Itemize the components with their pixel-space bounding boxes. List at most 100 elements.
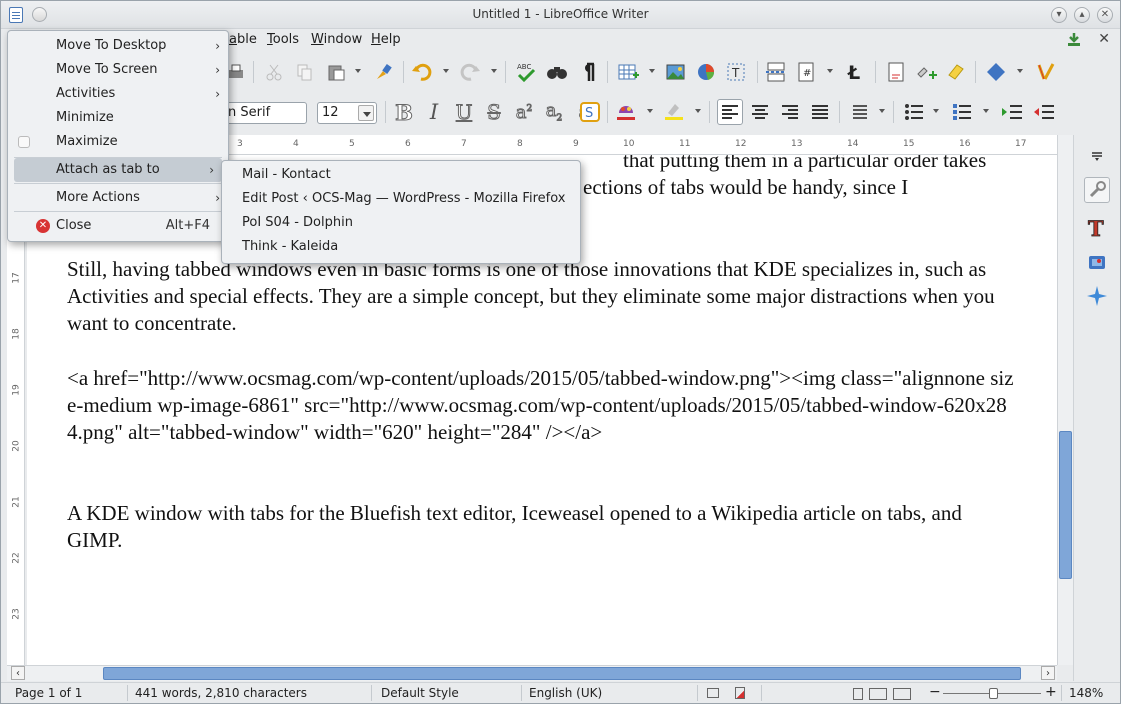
insert-chart-icon[interactable] [693, 59, 719, 85]
ctx-more-actions[interactable]: More Actions › [8, 186, 228, 210]
ctx-attach-as-tab[interactable]: Attach as tab to › [14, 158, 222, 182]
increase-indent-icon[interactable] [999, 99, 1025, 125]
align-right-icon[interactable] [777, 99, 803, 125]
insert-comment-icon[interactable] [913, 59, 939, 85]
numbered-list-icon[interactable] [949, 99, 975, 125]
highlight-dropdown-icon[interactable] [695, 109, 701, 113]
language-status[interactable]: English (UK) [529, 686, 602, 700]
align-left-icon[interactable] [717, 99, 743, 125]
insert-special-character-icon[interactable]: Ł [841, 59, 867, 85]
zoom-slider-handle[interactable] [989, 688, 998, 699]
insert-field-icon[interactable]: # [793, 59, 819, 85]
title-bar[interactable]: Untitled 1 - LibreOffice Writer ▾ ▴ ✕ [1, 1, 1120, 29]
subscript-icon[interactable]: a2 [541, 99, 567, 125]
underline-icon[interactable]: U [451, 99, 477, 125]
menu-tools[interactable]: Tools [267, 32, 299, 47]
svg-text:T: T [731, 66, 740, 80]
strikethrough-icon[interactable]: S [481, 99, 507, 125]
menu-table[interactable]: able [229, 32, 257, 47]
basic-shapes-icon[interactable] [983, 59, 1009, 85]
shapes-dropdown-icon[interactable] [1017, 69, 1023, 73]
ctx-maximize[interactable]: Maximize [8, 130, 228, 154]
zoom-in-icon[interactable]: + [1045, 684, 1057, 700]
field-dropdown-icon[interactable] [827, 69, 833, 73]
font-color-dropdown-icon[interactable] [647, 109, 653, 113]
copy-icon[interactable] [291, 59, 317, 85]
clone-formatting-icon[interactable] [371, 59, 397, 85]
word-count-status[interactable]: 441 words, 2,810 characters [135, 686, 307, 700]
formatting-marks-icon[interactable] [575, 59, 601, 85]
character-highlight-box-icon[interactable]: S [577, 99, 603, 125]
insert-footnote-icon[interactable] [883, 59, 909, 85]
insert-text-box-icon[interactable]: T [723, 59, 749, 85]
undo-dropdown-icon[interactable] [443, 69, 449, 73]
document-modified-icon[interactable] [735, 687, 745, 699]
scroll-right-icon[interactable]: › [1041, 666, 1055, 680]
vertical-scrollbar[interactable] [1057, 135, 1073, 665]
properties-wrench-icon[interactable] [1084, 177, 1110, 203]
ctx-move-to-desktop[interactable]: Move To Desktop › [8, 34, 228, 58]
single-page-view-icon[interactable] [853, 688, 863, 700]
vertical-scroll-thumb[interactable] [1059, 431, 1072, 579]
decrease-indent-icon[interactable] [1031, 99, 1057, 125]
line-spacing-icon[interactable] [847, 99, 873, 125]
bullet-list-icon[interactable] [901, 99, 927, 125]
draw-functions-icon[interactable] [1033, 59, 1059, 85]
ctx-move-to-screen[interactable]: Move To Screen › [8, 58, 228, 82]
page-style-status[interactable]: Default Style [381, 686, 459, 700]
ctx-minimize[interactable]: Minimize [8, 106, 228, 130]
horizontal-scrollbar[interactable]: ‹ › [7, 665, 1057, 681]
gallery-icon[interactable] [1084, 249, 1110, 275]
justify-icon[interactable] [807, 99, 833, 125]
undo-icon[interactable] [409, 59, 435, 85]
ctx-activities[interactable]: Activities › [8, 82, 228, 106]
sidebar-menu-icon[interactable] [1084, 143, 1110, 169]
table-dropdown-icon[interactable] [649, 69, 655, 73]
font-color-icon[interactable] [613, 99, 639, 125]
cut-icon[interactable] [261, 59, 287, 85]
zoom-out-icon[interactable]: − [929, 684, 941, 700]
ctx-close[interactable]: ✕ Close Alt+F4 [8, 214, 228, 238]
menu-window[interactable]: Window [311, 32, 362, 47]
paste-dropdown-icon[interactable] [355, 69, 361, 73]
redo-icon[interactable] [457, 59, 483, 85]
book-view-icon[interactable] [893, 688, 911, 700]
menu-help[interactable]: Help [371, 32, 401, 47]
download-update-icon[interactable] [1066, 31, 1082, 47]
submenu-item[interactable]: Edit Post ‹ OCS-Mag — WordPress - Mozill… [222, 187, 580, 211]
paste-icon[interactable] [323, 59, 349, 85]
page-count-status[interactable]: Page 1 of 1 [15, 686, 82, 700]
font-size-dropdown-icon[interactable] [358, 105, 374, 121]
track-changes-icon[interactable] [943, 59, 969, 85]
font-name-combo[interactable]: n Serif [223, 102, 307, 124]
superscript-icon[interactable]: a2 [511, 99, 537, 125]
close-document-icon[interactable]: ✕ [1098, 31, 1110, 47]
find-replace-icon[interactable] [544, 59, 570, 85]
zoom-level-status[interactable]: 148% [1069, 686, 1103, 700]
font-size-combo[interactable]: 12 [317, 102, 377, 124]
bold-icon[interactable]: B [391, 99, 417, 125]
highlighting-color-icon[interactable] [661, 99, 687, 125]
line-spacing-dropdown-icon[interactable] [879, 109, 885, 113]
insert-mode-icon[interactable] [707, 688, 719, 698]
bullet-dropdown-icon[interactable] [933, 109, 939, 113]
horizontal-scroll-thumb[interactable] [103, 667, 1021, 680]
scroll-left-icon[interactable]: ‹ [11, 666, 25, 680]
minimize-window-button[interactable]: ▾ [1051, 7, 1067, 23]
redo-dropdown-icon[interactable] [491, 69, 497, 73]
insert-page-break-icon[interactable] [763, 59, 789, 85]
numbered-dropdown-icon[interactable] [983, 109, 989, 113]
align-center-icon[interactable] [747, 99, 773, 125]
submenu-item[interactable]: Mail - Kontact [222, 163, 580, 187]
submenu-item[interactable]: Think - Kaleida [222, 235, 580, 259]
spellcheck-icon[interactable]: ABC [513, 59, 539, 85]
maximize-window-button[interactable]: ▴ [1074, 7, 1090, 23]
submenu-item[interactable]: PoI S04 - Dolphin [222, 211, 580, 235]
multi-page-view-icon[interactable] [869, 688, 887, 700]
italic-icon[interactable]: I [421, 99, 447, 125]
styles-icon[interactable]: T [1084, 215, 1110, 241]
close-window-button[interactable]: ✕ [1097, 7, 1113, 23]
navigator-icon[interactable] [1084, 283, 1110, 309]
insert-image-icon[interactable] [663, 59, 689, 85]
insert-table-icon[interactable] [615, 59, 641, 85]
